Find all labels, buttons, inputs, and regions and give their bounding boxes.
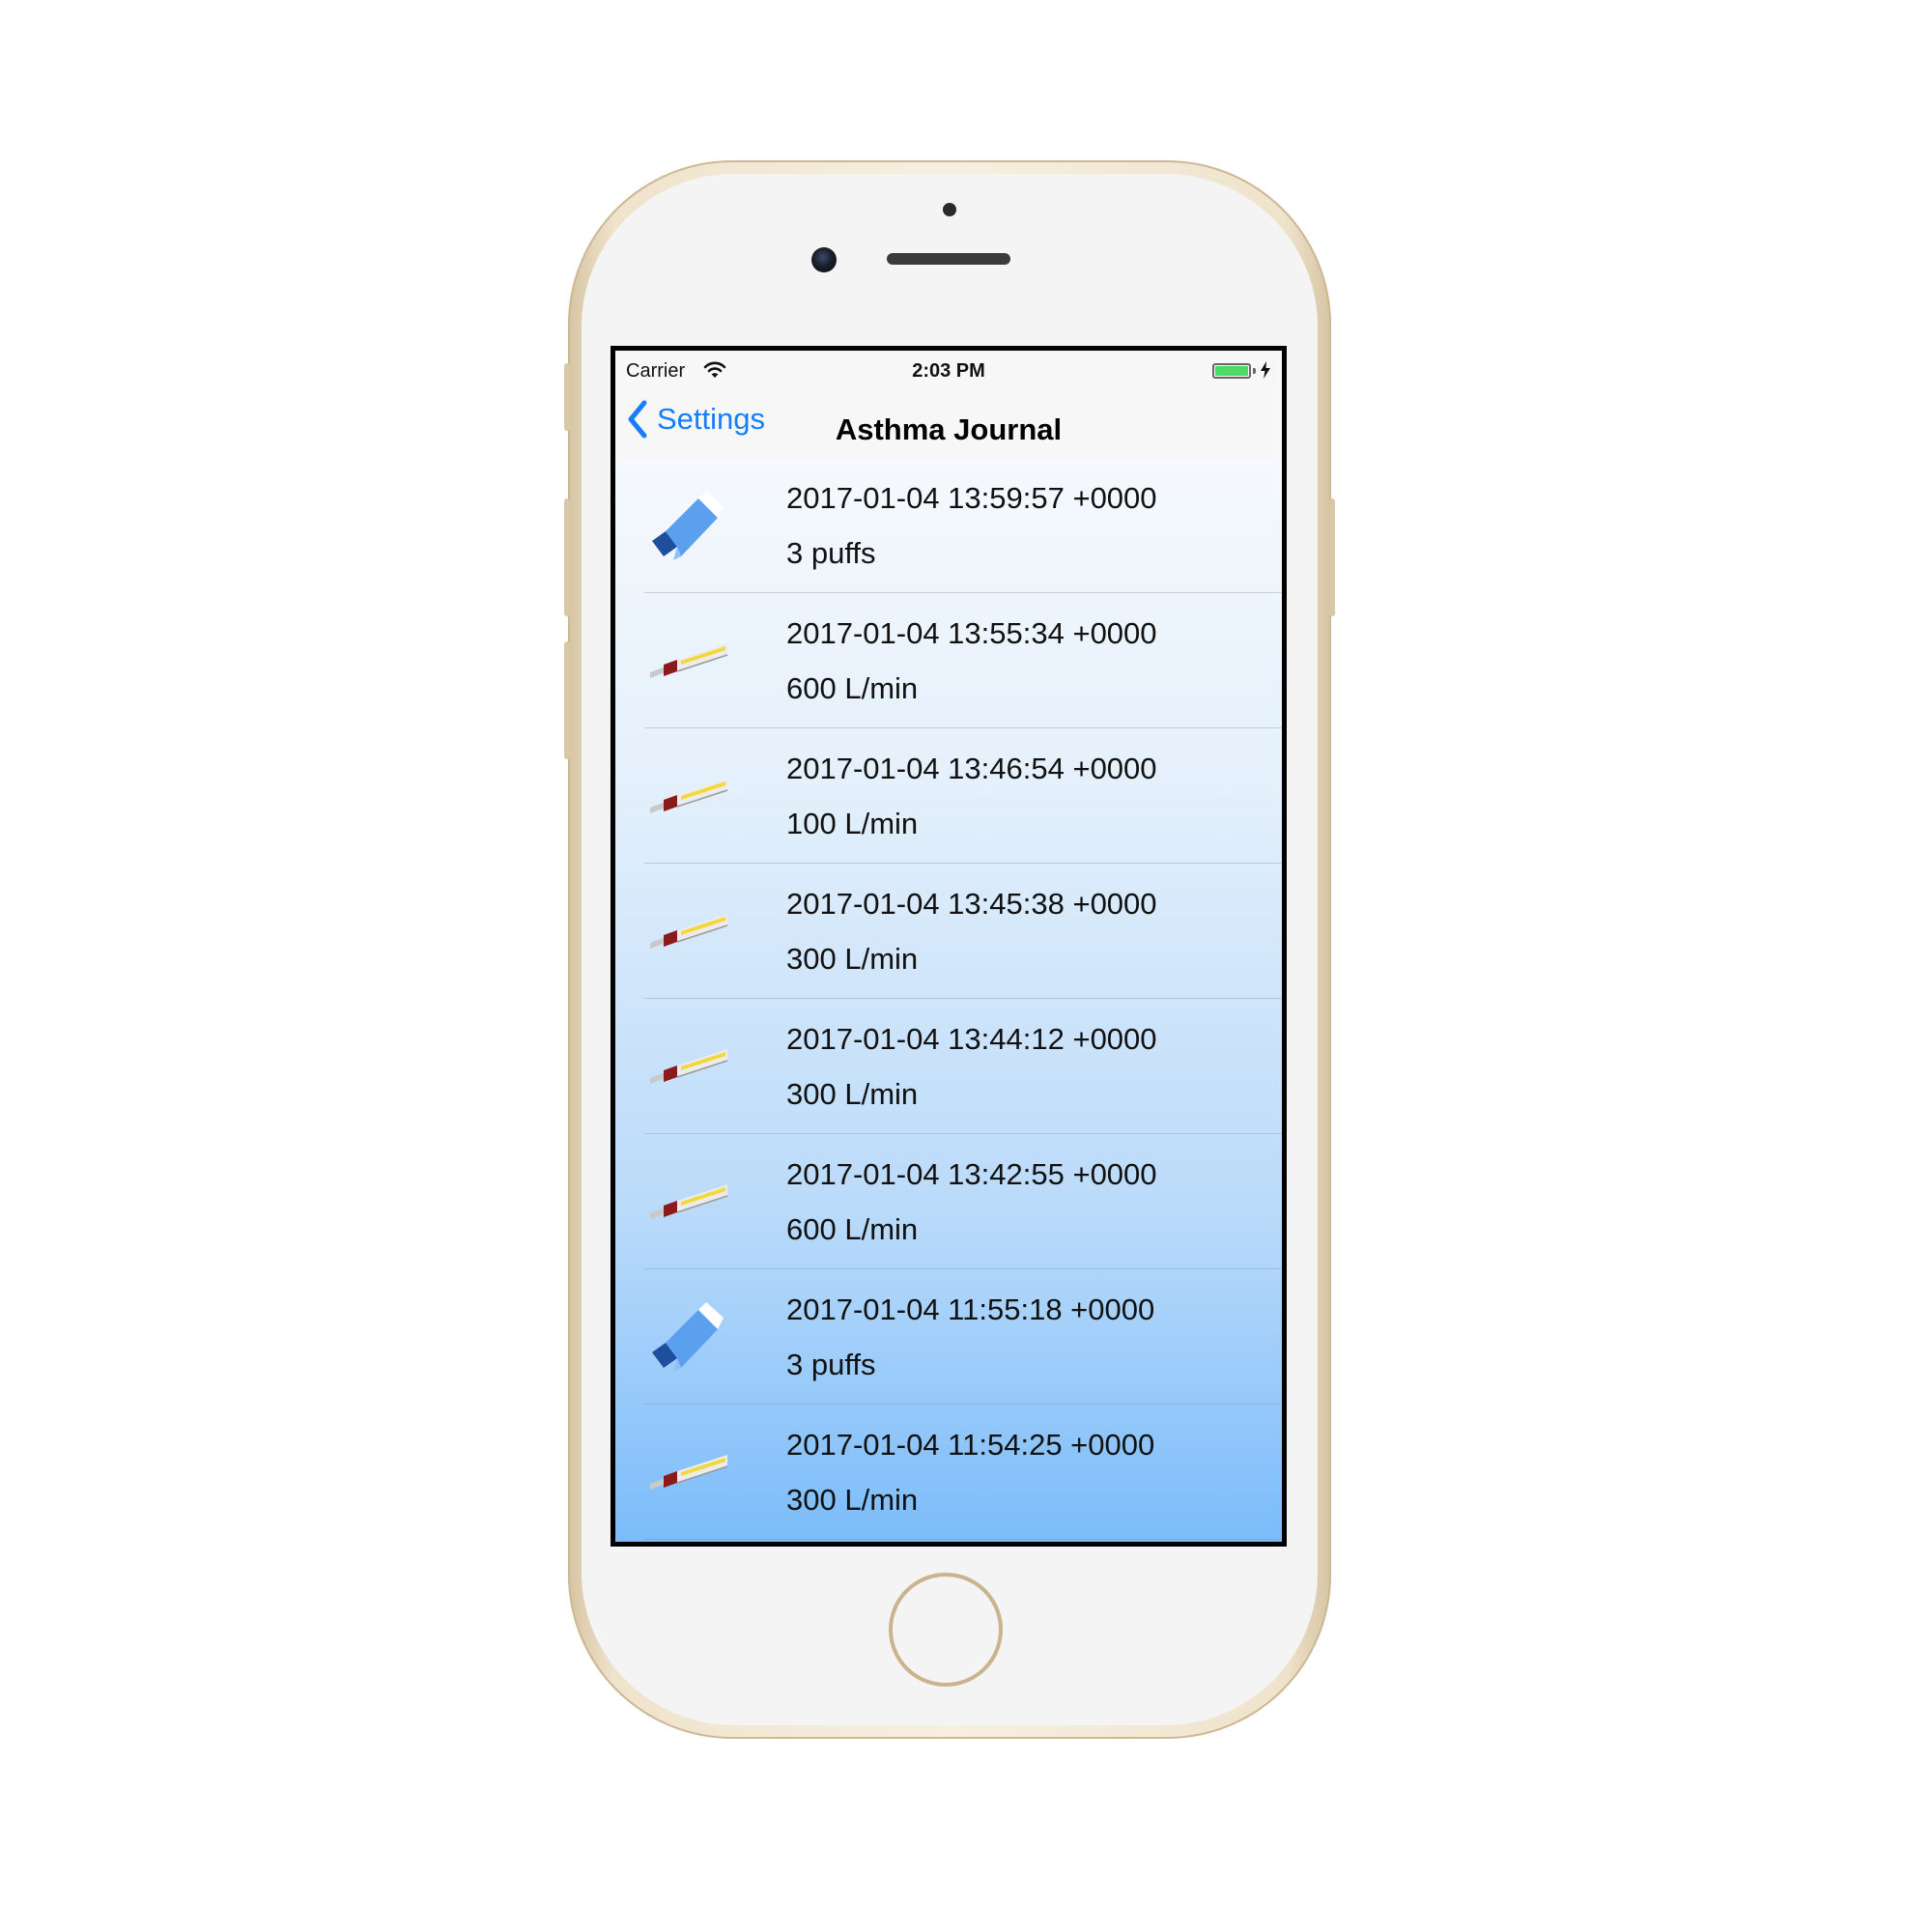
navigation-bar: Settings Asthma Journal [615,380,1282,458]
battery-tip [1253,368,1256,374]
entry-timestamp: 2017-01-04 13:44:12 +0000 [786,1022,1157,1056]
entry-timestamp: 2017-01-04 13:46:54 +0000 [786,752,1157,785]
entry-timestamp: 2017-01-04 13:59:57 +0000 [786,481,1157,515]
row-separator [644,1539,1282,1540]
list-item[interactable]: 2017-01-04 13:55:34 +0000 600 L/min [615,593,1282,728]
volume-up-button [564,498,570,616]
phone-screen: Carrier 2:03 PM Settings Asthma Journal … [611,346,1287,1547]
power-button [1329,498,1335,616]
entry-value: 300 L/min [786,1483,919,1517]
earpiece-speaker [887,253,1010,265]
entry-value: 100 L/min [786,807,919,840]
list-item[interactable]: 2017-01-04 13:59:57 +0000 3 puffs [615,458,1282,593]
peak-flow-meter-icon [648,757,729,838]
mute-switch [564,363,570,431]
peak-flow-meter-icon [648,1028,729,1109]
inhaler-icon [648,1298,729,1379]
home-button[interactable] [889,1573,1003,1687]
charging-bolt-icon [1261,361,1270,379]
page: Carrier 2:03 PM Settings Asthma Journal … [0,0,1932,1932]
entry-timestamp: 2017-01-04 13:55:34 +0000 [786,616,1157,650]
entry-value: 300 L/min [786,1077,919,1111]
entry-timestamp: 2017-01-04 11:55:18 +0000 [786,1293,1155,1326]
entry-timestamp: 2017-01-04 11:54:25 +0000 [786,1428,1155,1462]
peak-flow-meter-icon [648,622,729,703]
entry-value: 600 L/min [786,671,919,705]
entry-timestamp: 2017-01-04 13:45:38 +0000 [786,887,1157,921]
entry-value: 3 puffs [786,536,876,570]
screen-content: Carrier 2:03 PM Settings Asthma Journal … [615,351,1282,1542]
battery-icon [1212,363,1251,379]
peak-flow-meter-icon [648,1434,729,1515]
list-item[interactable]: 2017-01-04 11:54:25 +0000 300 L/min [615,1405,1282,1540]
list-item[interactable]: 2017-01-04 13:42:55 +0000 600 L/min [615,1134,1282,1269]
entry-value: 300 L/min [786,942,919,976]
entry-value: 3 puffs [786,1348,876,1381]
proximity-sensor [943,203,956,216]
battery-level [1215,366,1248,376]
journal-entry-list[interactable]: 2017-01-04 13:59:57 +0000 3 puffs 2017-01… [615,458,1282,1542]
status-bar: Carrier 2:03 PM [615,351,1282,382]
entry-timestamp: 2017-01-04 13:42:55 +0000 [786,1157,1157,1191]
peak-flow-meter-icon [648,893,729,974]
inhaler-icon [648,487,729,568]
entry-value: 600 L/min [786,1212,919,1246]
list-item[interactable]: 2017-01-04 13:46:54 +0000 100 L/min [615,728,1282,864]
list-item[interactable]: 2017-01-04 13:45:38 +0000 300 L/min [615,864,1282,999]
volume-down-button [564,641,570,759]
page-title: Asthma Journal [835,412,1063,446]
list-item[interactable]: 2017-01-04 11:55:18 +0000 3 puffs [615,1269,1282,1405]
peak-flow-meter-icon [648,1163,729,1244]
front-camera [811,247,837,272]
list-item[interactable]: 2017-01-04 13:44:12 +0000 300 L/min [615,999,1282,1134]
